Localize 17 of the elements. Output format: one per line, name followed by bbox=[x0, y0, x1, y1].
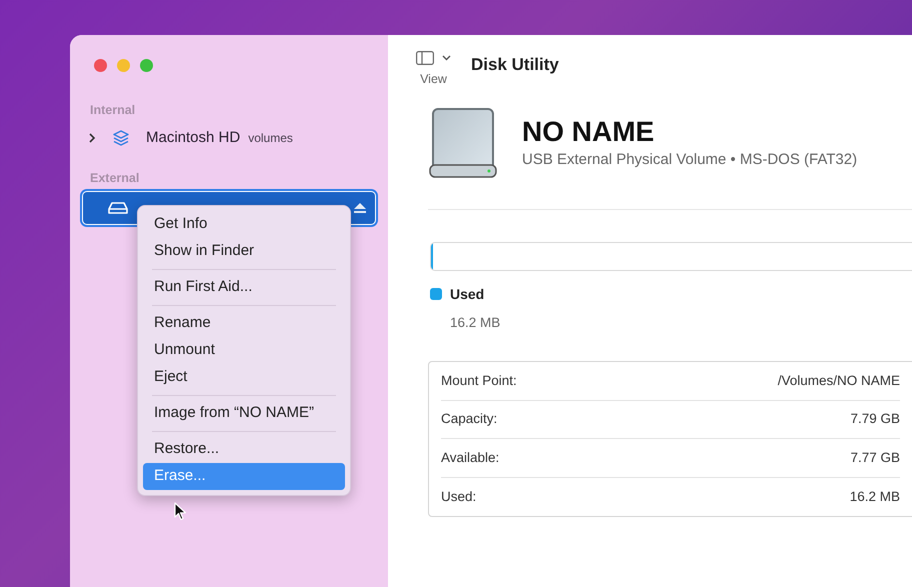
info-value: 7.79 GB bbox=[850, 410, 900, 428]
info-value: 7.77 GB bbox=[850, 448, 900, 467]
sidebar-heading: Internal bbox=[89, 102, 136, 119]
info-label: Capacity: bbox=[441, 410, 498, 428]
sidebar-item-detail: volumes bbox=[248, 130, 293, 147]
window-title: Disk Utility bbox=[471, 54, 559, 76]
legend-label: Used bbox=[450, 284, 484, 304]
info-value: 16.2 MB bbox=[850, 488, 900, 506]
volume-description: USB External Physical Volume • MS-DOS (FAT32) bbox=[522, 150, 858, 170]
legend-value: 16.2 MB bbox=[450, 314, 502, 332]
info-label: Mount Point: bbox=[441, 372, 517, 390]
info-label: Available: bbox=[441, 448, 500, 467]
sidebar-heading: External bbox=[89, 170, 140, 187]
view-label: View bbox=[420, 71, 447, 88]
info-value: /Volumes/NO NAME bbox=[778, 372, 900, 390]
info-label: Used: bbox=[441, 488, 476, 506]
volume-name: NO NAME bbox=[522, 115, 656, 149]
